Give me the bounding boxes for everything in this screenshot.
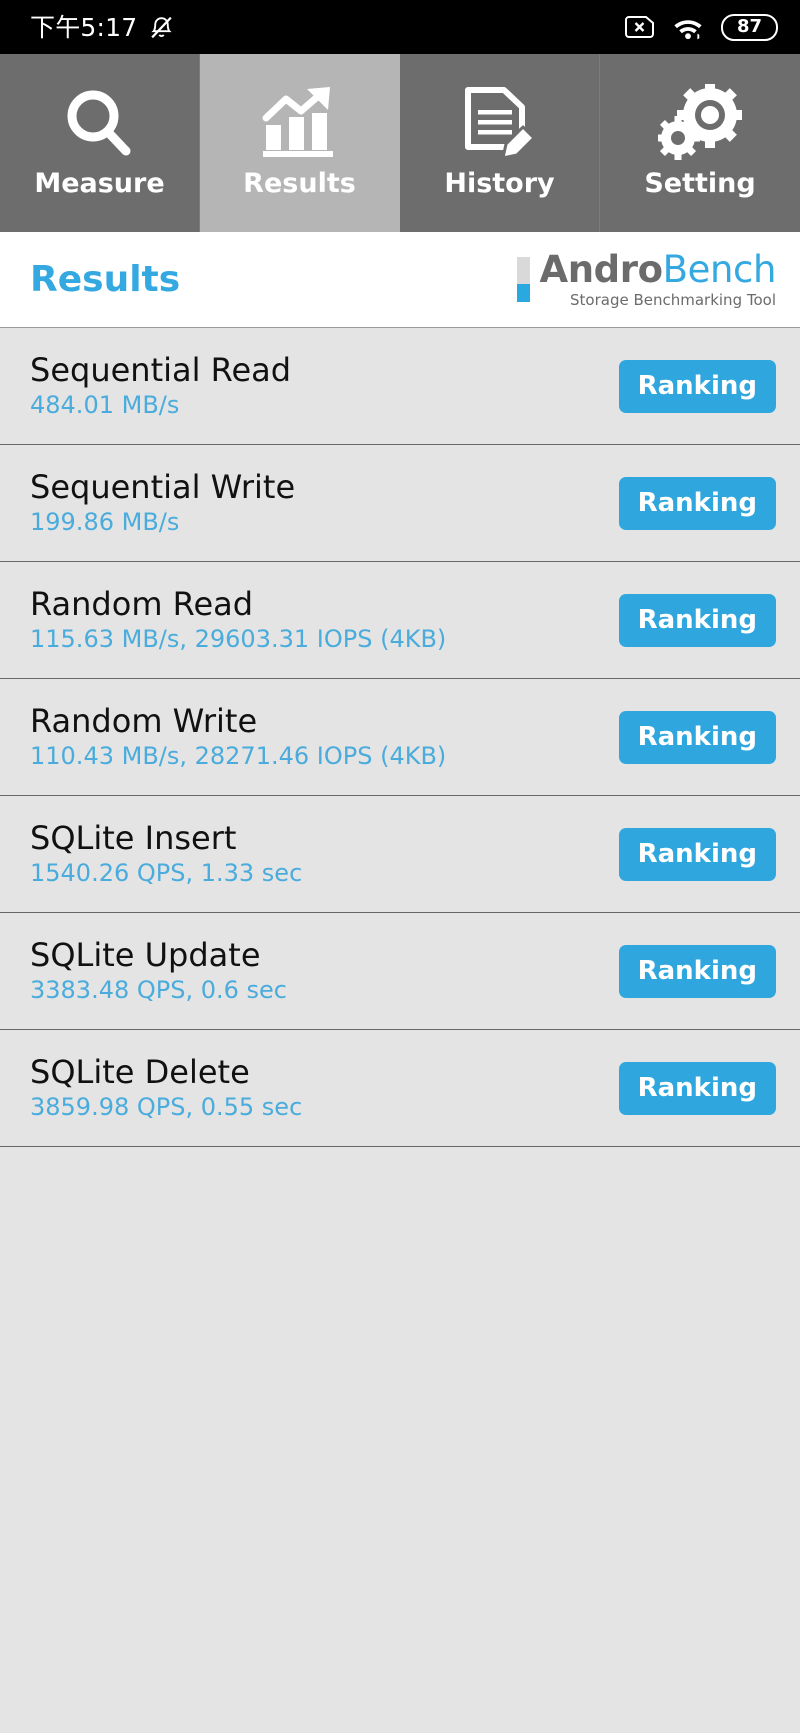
row-text: SQLite Delete 3859.98 QPS, 0.55 sec	[30, 1053, 619, 1121]
row-title: SQLite Update	[30, 936, 261, 975]
wifi-icon	[672, 15, 704, 40]
results-list: Sequential Read 484.01 MB/s Ranking Sequ…	[0, 328, 800, 1733]
row-title: SQLite Insert	[30, 819, 237, 858]
tab-measure[interactable]: Measure	[0, 54, 200, 232]
table-row[interactable]: Sequential Read 484.01 MB/s Ranking	[0, 328, 800, 445]
row-value: 1540.26 QPS, 1.33 sec	[30, 858, 303, 887]
row-text: Sequential Write 199.86 MB/s	[30, 468, 619, 536]
row-text: Random Read 115.63 MB/s, 29603.31 IOPS (…	[30, 585, 619, 653]
row-value: 110.43 MB/s, 28271.46 IOPS (4KB)	[30, 741, 447, 770]
tab-results-label: Results	[243, 168, 356, 199]
row-title: Sequential Read	[30, 351, 292, 390]
tab-history[interactable]: History	[400, 54, 600, 232]
gears-icon	[658, 80, 742, 168]
row-title: Random Read	[30, 585, 254, 624]
row-text: Random Write 110.43 MB/s, 28271.46 IOPS …	[30, 702, 619, 770]
tab-setting-label: Setting	[644, 168, 756, 199]
tab-measure-label: Measure	[34, 168, 165, 199]
status-clock: 下午5:17	[30, 12, 138, 42]
status-bar-right: 87	[624, 13, 778, 41]
logo-text: AndroBench Storage Benchmarking Tool	[539, 251, 776, 308]
bar-chart-arrow-icon	[260, 80, 340, 168]
table-row[interactable]: Random Read 115.63 MB/s, 29603.31 IOPS (…	[0, 562, 800, 679]
tab-setting[interactable]: Setting	[600, 54, 800, 232]
row-value: 199.86 MB/s	[30, 507, 180, 536]
row-value: 115.63 MB/s, 29603.31 IOPS (4KB)	[30, 624, 447, 653]
sim-no-signal-icon	[624, 15, 655, 39]
androbench-logo: AndroBench Storage Benchmarking Tool	[517, 251, 776, 308]
status-bar: 下午5:17 87	[0, 0, 800, 54]
ranking-button[interactable]: Ranking	[618, 593, 776, 647]
ranking-button[interactable]: Ranking	[618, 1061, 776, 1115]
logo-word-andro: Andro	[539, 248, 663, 292]
row-text: SQLite Update 3383.48 QPS, 0.6 sec	[30, 936, 619, 1004]
page-title: Results	[30, 258, 181, 300]
logo-wordmark: AndroBench	[539, 251, 776, 289]
table-row[interactable]: Random Write 110.43 MB/s, 28271.46 IOPS …	[0, 679, 800, 796]
row-text: SQLite Insert 1540.26 QPS, 1.33 sec	[30, 819, 619, 887]
row-value: 484.01 MB/s	[30, 390, 180, 419]
logo-word-bench: Bench	[662, 248, 777, 292]
battery-indicator: 87	[721, 13, 778, 41]
page-header: Results AndroBench Storage Benchmarking …	[0, 232, 800, 328]
table-row[interactable]: SQLite Update 3383.48 QPS, 0.6 sec Ranki…	[0, 913, 800, 1030]
ranking-button[interactable]: Ranking	[618, 476, 776, 530]
tab-results[interactable]: Results	[200, 54, 400, 232]
app-screen: 下午5:17 87 Measure Results History Settin…	[0, 0, 800, 1733]
table-row[interactable]: SQLite Insert 1540.26 QPS, 1.33 sec Rank…	[0, 796, 800, 913]
battery-level-label: 87	[736, 16, 763, 37]
logo-tagline: Storage Benchmarking Tool	[570, 290, 776, 309]
ranking-button[interactable]: Ranking	[618, 944, 776, 998]
row-text: Sequential Read 484.01 MB/s	[30, 351, 619, 419]
tab-history-label: History	[444, 168, 555, 199]
table-row[interactable]: Sequential Write 199.86 MB/s Ranking	[0, 445, 800, 562]
ranking-button[interactable]: Ranking	[618, 827, 776, 881]
table-row[interactable]: SQLite Delete 3859.98 QPS, 0.55 sec Rank…	[0, 1030, 800, 1147]
row-title: Random Write	[30, 702, 258, 741]
bell-muted-icon	[149, 14, 174, 41]
logo-bar-icon	[517, 257, 531, 302]
main-tab-bar: Measure Results History Setting	[0, 54, 800, 232]
row-title: Sequential Write	[30, 468, 296, 507]
row-value: 3859.98 QPS, 0.55 sec	[30, 1092, 303, 1121]
row-value: 3383.48 QPS, 0.6 sec	[30, 975, 287, 1004]
magnifier-icon	[61, 80, 139, 168]
status-bar-left: 下午5:17	[30, 14, 174, 41]
row-title: SQLite Delete	[30, 1053, 250, 1092]
ranking-button[interactable]: Ranking	[618, 359, 776, 413]
ranking-button[interactable]: Ranking	[618, 710, 776, 764]
document-pencil-icon	[460, 80, 540, 168]
